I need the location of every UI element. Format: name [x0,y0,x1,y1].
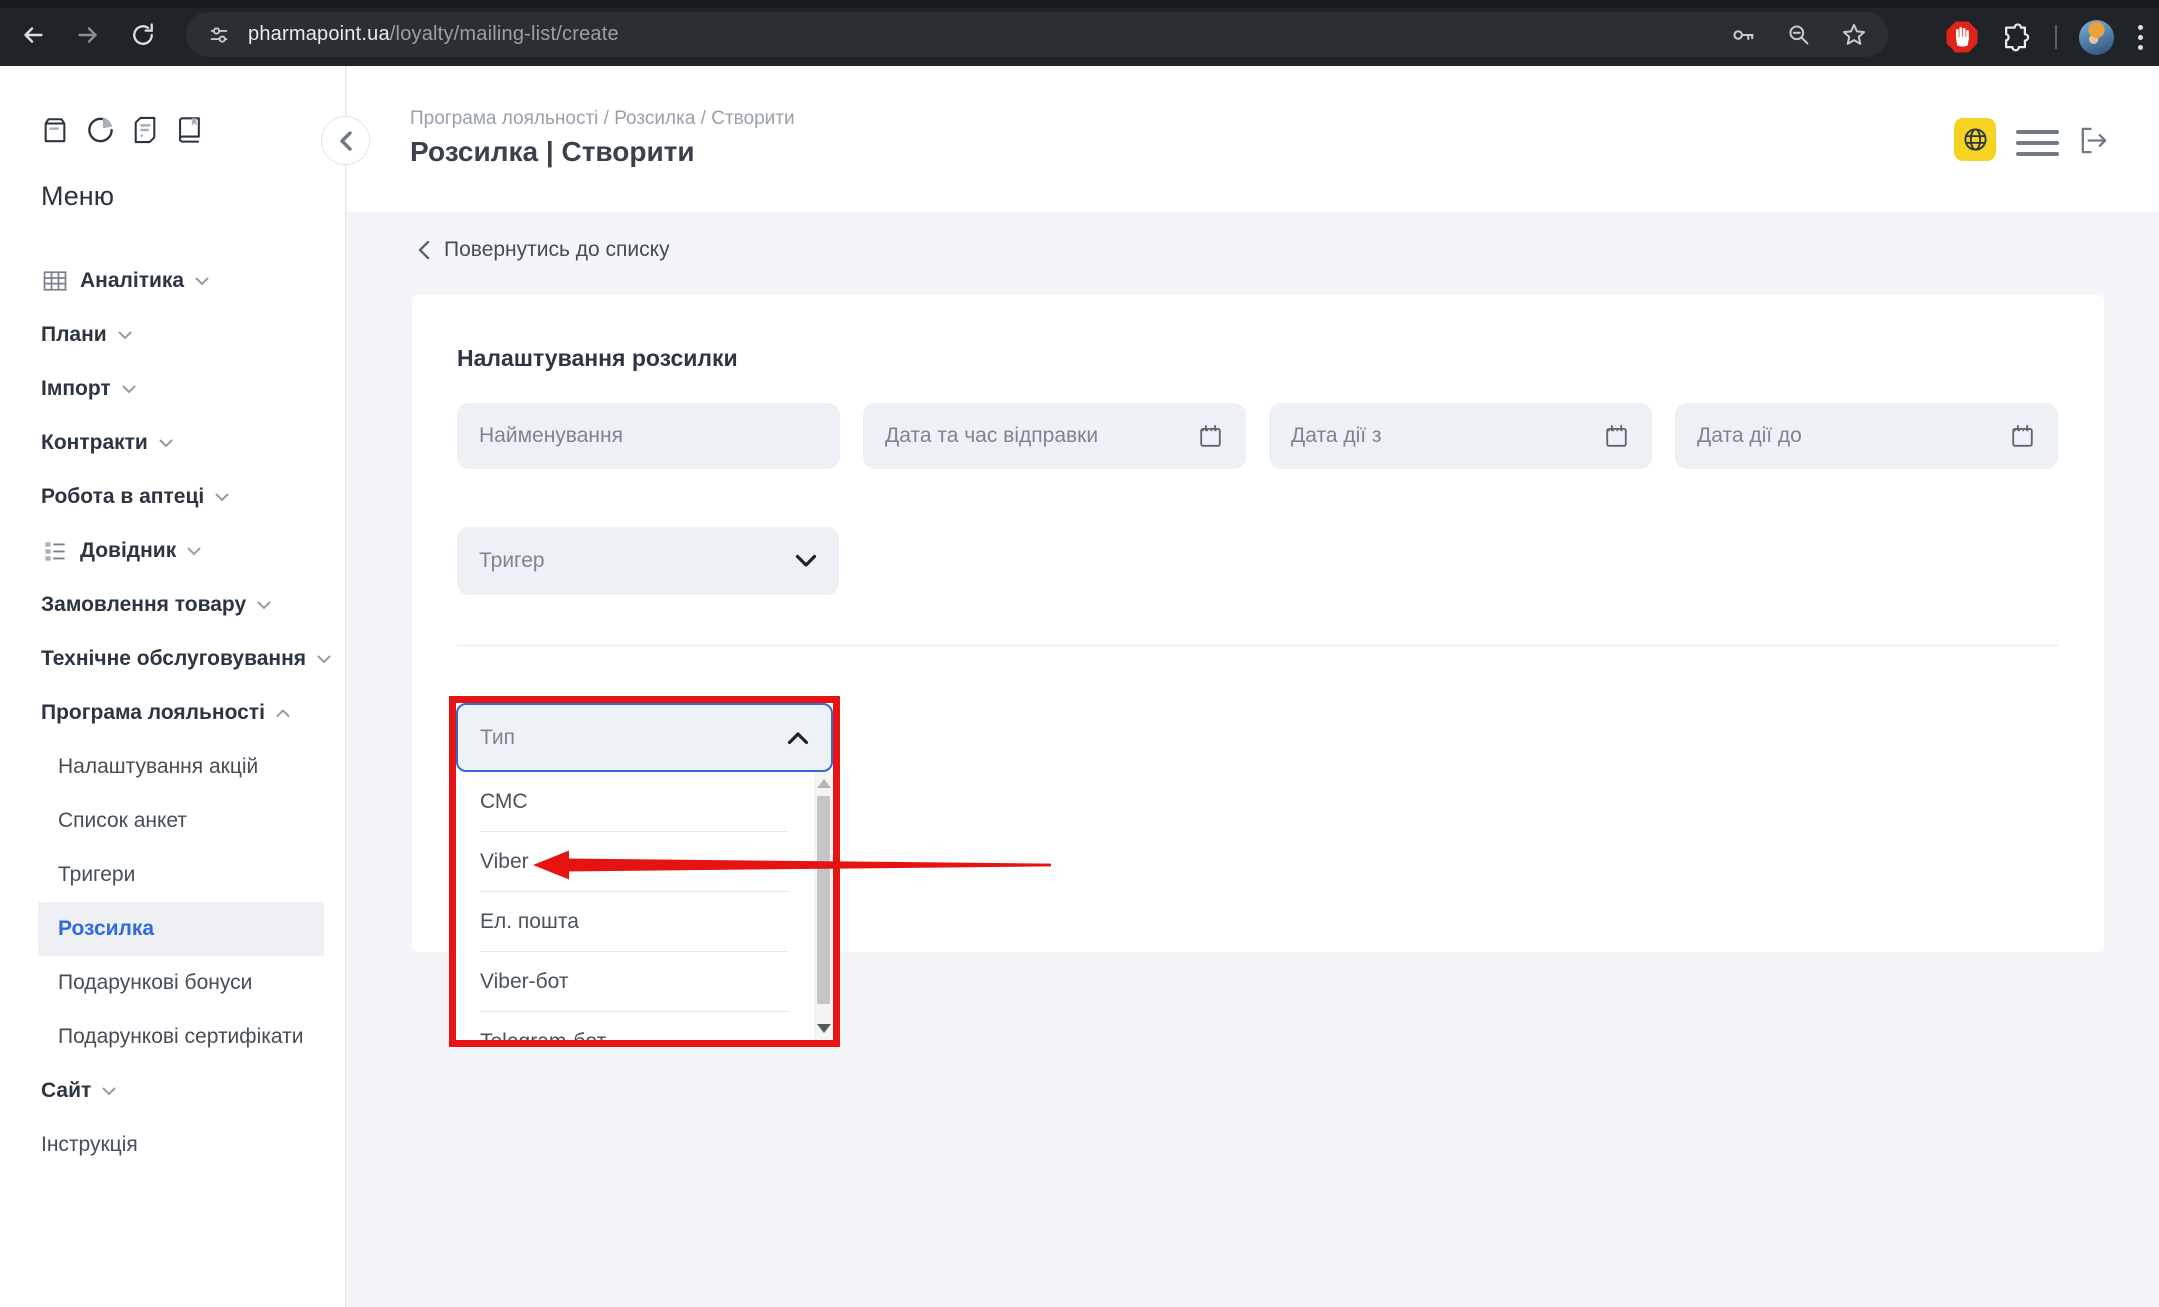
site-info-icon[interactable] [206,22,232,48]
chevron-left-icon [417,240,430,260]
book-icon[interactable] [174,115,203,145]
logout-icon [2077,124,2110,157]
extensions-puzzle-icon[interactable] [2001,22,2031,52]
sidebar-item-maintenance[interactable]: Технічне обслуговування [0,632,345,686]
main-content: Повернутись до списку Налаштування розси… [347,212,2159,1307]
valid-to-field[interactable] [1675,403,2058,469]
sidebar-item-directory[interactable]: Довідник [0,524,345,578]
adblock-extension-icon[interactable] [1945,20,1979,54]
trigger-select[interactable]: Тригер [457,527,839,595]
valid-from-input[interactable] [1291,424,1591,448]
password-key-icon[interactable] [1729,21,1757,49]
browser-toolbar: pharmapoint.ua/loyalty/mailing-list/crea… [0,0,2159,66]
scrollbar-down-arrow[interactable] [817,1024,831,1033]
sidebar-item-instruction[interactable]: Інструкція [0,1118,345,1172]
reload-icon [129,21,157,49]
valid-to-input[interactable] [1697,424,1997,448]
browser-back-button[interactable] [11,13,55,57]
calendar-icon[interactable] [1197,423,1224,450]
name-field[interactable] [457,403,840,469]
sidebar-item-pharmacy-work[interactable]: Робота в аптеці [0,470,345,524]
name-input[interactable] [479,424,818,448]
type-option-viber[interactable]: Viber [456,832,833,892]
logout-button[interactable] [2077,124,2110,157]
sidebar-collapse-button[interactable] [321,116,370,165]
sidebar-subitem-promo-settings[interactable]: Налаштування акцій [0,740,345,794]
document-icon[interactable] [132,115,158,145]
section-divider [457,645,2059,646]
archive-box-icon[interactable] [41,115,69,145]
sidebar-item-import[interactable]: Імпорт [0,362,345,416]
browser-menu-icon[interactable] [2138,25,2143,50]
scrollbar-thumb[interactable] [817,796,830,1004]
sidebar-subitem-gift-certificates[interactable]: Подарункові сертифікати [0,1010,345,1064]
globe-icon [1962,126,1989,153]
sidebar-subitem-triggers[interactable]: Тригери [0,848,345,902]
grid-icon [41,267,69,295]
chevron-down-icon [159,439,173,448]
toolbar-separator [2055,25,2057,49]
chevron-left-icon [338,130,354,152]
list-icon [41,537,69,565]
chevron-down-icon [122,385,136,394]
sidebar-subitem-mailing-active[interactable]: Розсилка [38,902,324,956]
sidebar-item-contracts[interactable]: Контракти [0,416,345,470]
dropdown-scrollbar[interactable] [814,772,833,1040]
valid-from-field[interactable] [1269,403,1652,469]
chevron-up-icon [276,709,290,718]
sidebar-item-loyalty-program[interactable]: Програма лояльності [0,686,345,740]
back-to-list-link[interactable]: Повернутись до списку [417,238,670,262]
browser-reload-button[interactable] [121,13,165,57]
zoom-search-icon[interactable] [1785,21,1812,48]
chevron-down-icon [195,277,209,286]
profile-avatar[interactable] [2079,20,2114,55]
chevron-up-icon [787,731,809,745]
chevron-down-icon [795,554,817,568]
send-datetime-field[interactable] [863,403,1246,469]
sidebar-menu-title: Меню [41,181,345,212]
hamburger-menu-icon[interactable] [2016,130,2059,156]
chevron-down-icon [257,601,271,610]
calendar-icon[interactable] [1603,423,1630,450]
page-title: Розсилка | Створити [410,136,695,168]
url-path: /loyalty/mailing-list/create [390,23,619,45]
back-icon [18,20,48,50]
browser-forward-button[interactable] [66,13,110,57]
chevron-down-icon [102,1087,116,1096]
chevron-down-icon [317,655,331,664]
url-domain: pharmapoint.ua [248,23,390,45]
type-option-email[interactable]: Ел. пошта [456,892,833,952]
sidebar-item-analytics[interactable]: Аналітика [0,254,345,308]
type-option-telegram-bot[interactable]: Telegram-бот [456,1012,833,1040]
type-option-viber-bot[interactable]: Viber-бот [456,952,833,1012]
type-option-sms[interactable]: СМС [456,772,833,832]
language-globe-button[interactable] [1954,118,1996,161]
chevron-down-icon [215,493,229,502]
send-datetime-input[interactable] [885,424,1185,448]
sidebar-item-plans[interactable]: Плани [0,308,345,362]
scrollbar-up-arrow[interactable] [817,779,831,788]
sidebar-item-site[interactable]: Сайт [0,1064,345,1118]
section-title: Налаштування розсилки [457,345,738,372]
breadcrumb[interactable]: Програма лояльності / Розсилка / Створит… [410,108,795,130]
page-header: Програма лояльності / Розсилка / Створит… [347,66,2159,212]
sidebar-subitem-gift-bonuses[interactable]: Подарункові бонуси [0,956,345,1010]
bookmark-star-icon[interactable] [1840,21,1868,49]
forward-icon [73,20,103,50]
chevron-down-icon [118,331,132,340]
type-options-dropdown: СМС Viber Ел. пошта Viber-бот Telegram-б… [456,772,833,1040]
pie-chart-icon[interactable] [85,114,116,145]
address-bar[interactable]: pharmapoint.ua/loyalty/mailing-list/crea… [186,12,1888,57]
sidebar-subitem-questionnaires[interactable]: Список анкет [0,794,345,848]
calendar-icon[interactable] [2009,423,2036,450]
sidebar-item-goods-order[interactable]: Замовлення товару [0,578,345,632]
chevron-down-icon [187,547,201,556]
sidebar: Меню Аналітика Плани Імпорт Контракти Ро… [0,66,346,1307]
annotation-highlight-box: Тип СМС Viber Ел. пошта Viber-бот Telegr… [449,696,840,1047]
type-select[interactable]: Тип [456,703,833,772]
